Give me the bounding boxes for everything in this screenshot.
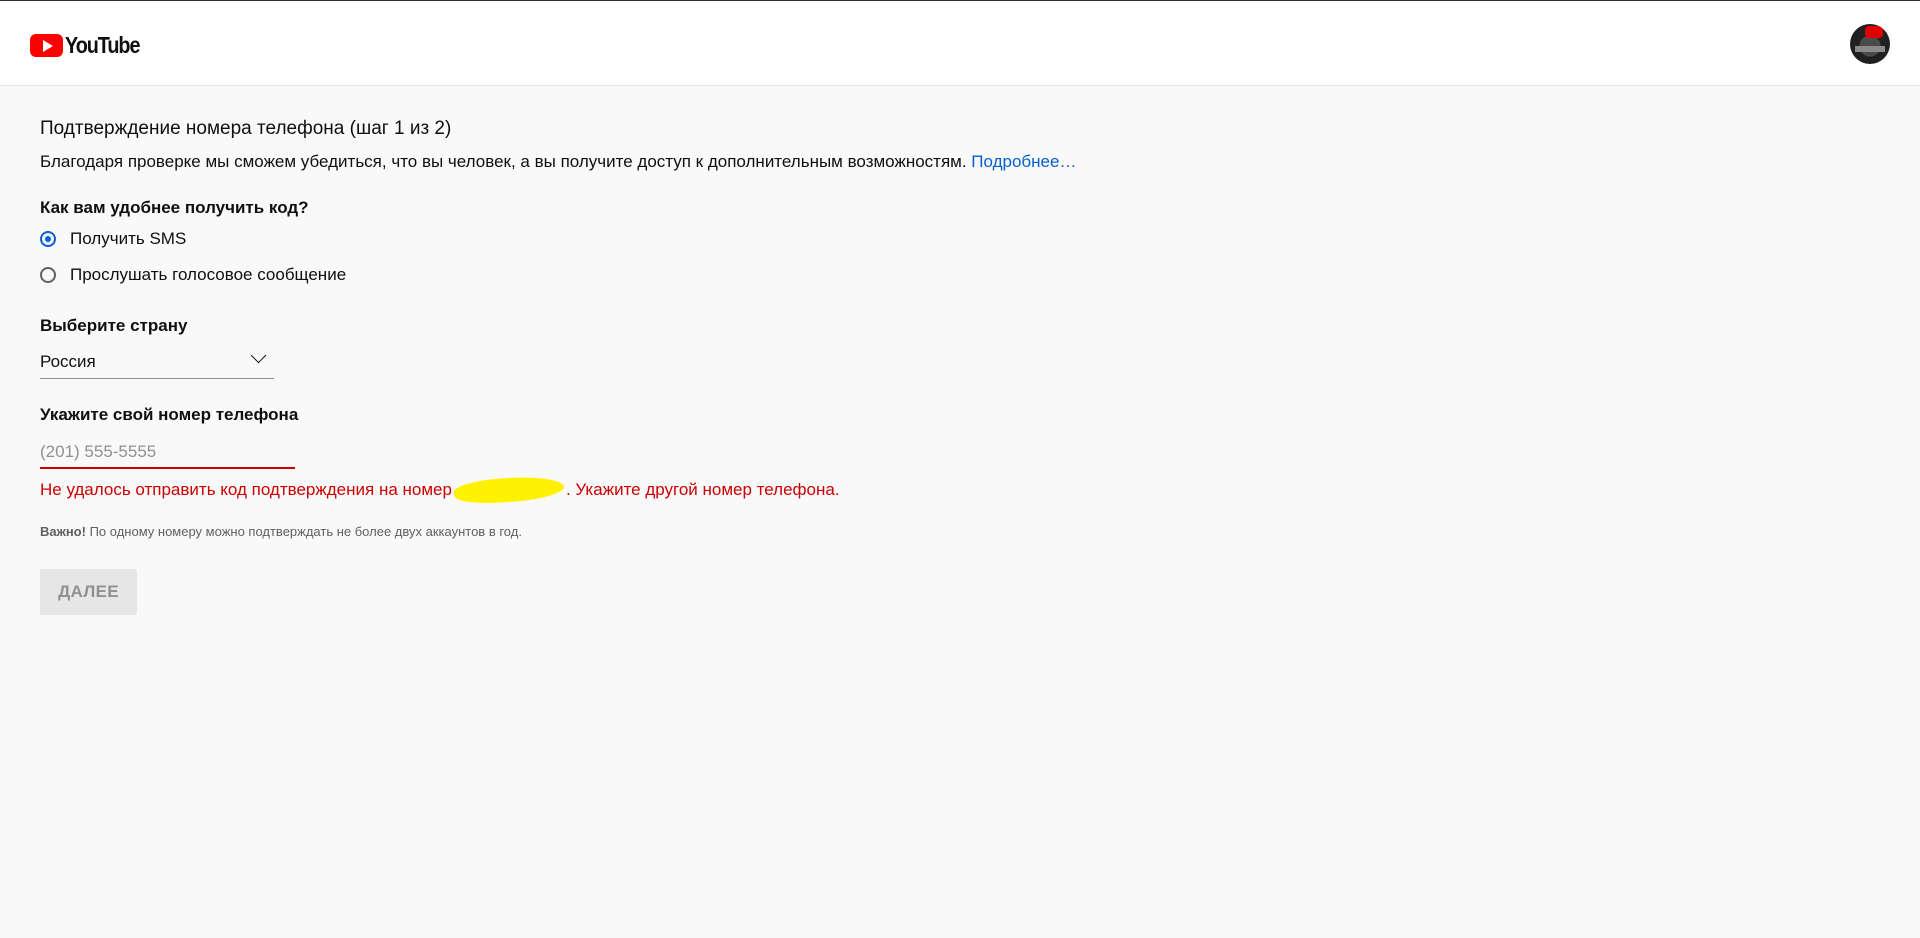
option-voice[interactable]: Прослушать голосовое сообщение — [40, 265, 346, 285]
redaction-mark — [453, 474, 565, 506]
country-select[interactable]: Россия — [40, 347, 274, 379]
radio-voice[interactable] — [40, 267, 56, 283]
learn-more-link[interactable]: Подробнее… — [971, 152, 1076, 171]
account-avatar[interactable] — [1850, 24, 1890, 64]
error-prefix: Не удалось отправить код подтверждения н… — [40, 480, 452, 499]
youtube-play-icon — [30, 34, 63, 57]
option-sms[interactable]: Получить SMS — [40, 229, 186, 249]
error-suffix: . Укажите другой номер телефона. — [565, 480, 840, 499]
delivery-method-question: Как вам удобнее получить код? — [40, 198, 309, 217]
important-note: Важно! По одному номеру можно подтвержда… — [40, 524, 522, 539]
next-button[interactable]: ДАЛЕЕ — [40, 569, 137, 615]
note-text: По одному номеру можно подтверждать не б… — [85, 524, 522, 539]
chevron-down-icon — [250, 347, 267, 364]
radio-sms[interactable] — [40, 231, 56, 247]
country-select-value: Россия — [40, 352, 96, 371]
youtube-logo[interactable]: YouTube — [30, 32, 152, 59]
phone-label: Укажите свой номер телефона — [40, 405, 299, 424]
note-bold: Важно! — [40, 524, 86, 539]
option-voice-label: Прослушать голосовое сообщение — [70, 265, 347, 284]
phone-input[interactable] — [40, 437, 295, 469]
option-sms-label: Получить SMS — [70, 229, 187, 248]
page-description: Благодаря проверке мы сможем убедиться, … — [40, 152, 1076, 172]
country-label: Выберите страну — [40, 316, 188, 335]
description-text: Благодаря проверке мы сможем убедиться, … — [40, 152, 967, 171]
top-bar: YouTube — [0, 1, 1920, 86]
page-title: Подтверждение номера телефона (шаг 1 из … — [40, 118, 452, 139]
error-message: Не удалось отправить код подтверждения н… — [40, 474, 840, 506]
logo-text: YouTube — [65, 32, 140, 58]
